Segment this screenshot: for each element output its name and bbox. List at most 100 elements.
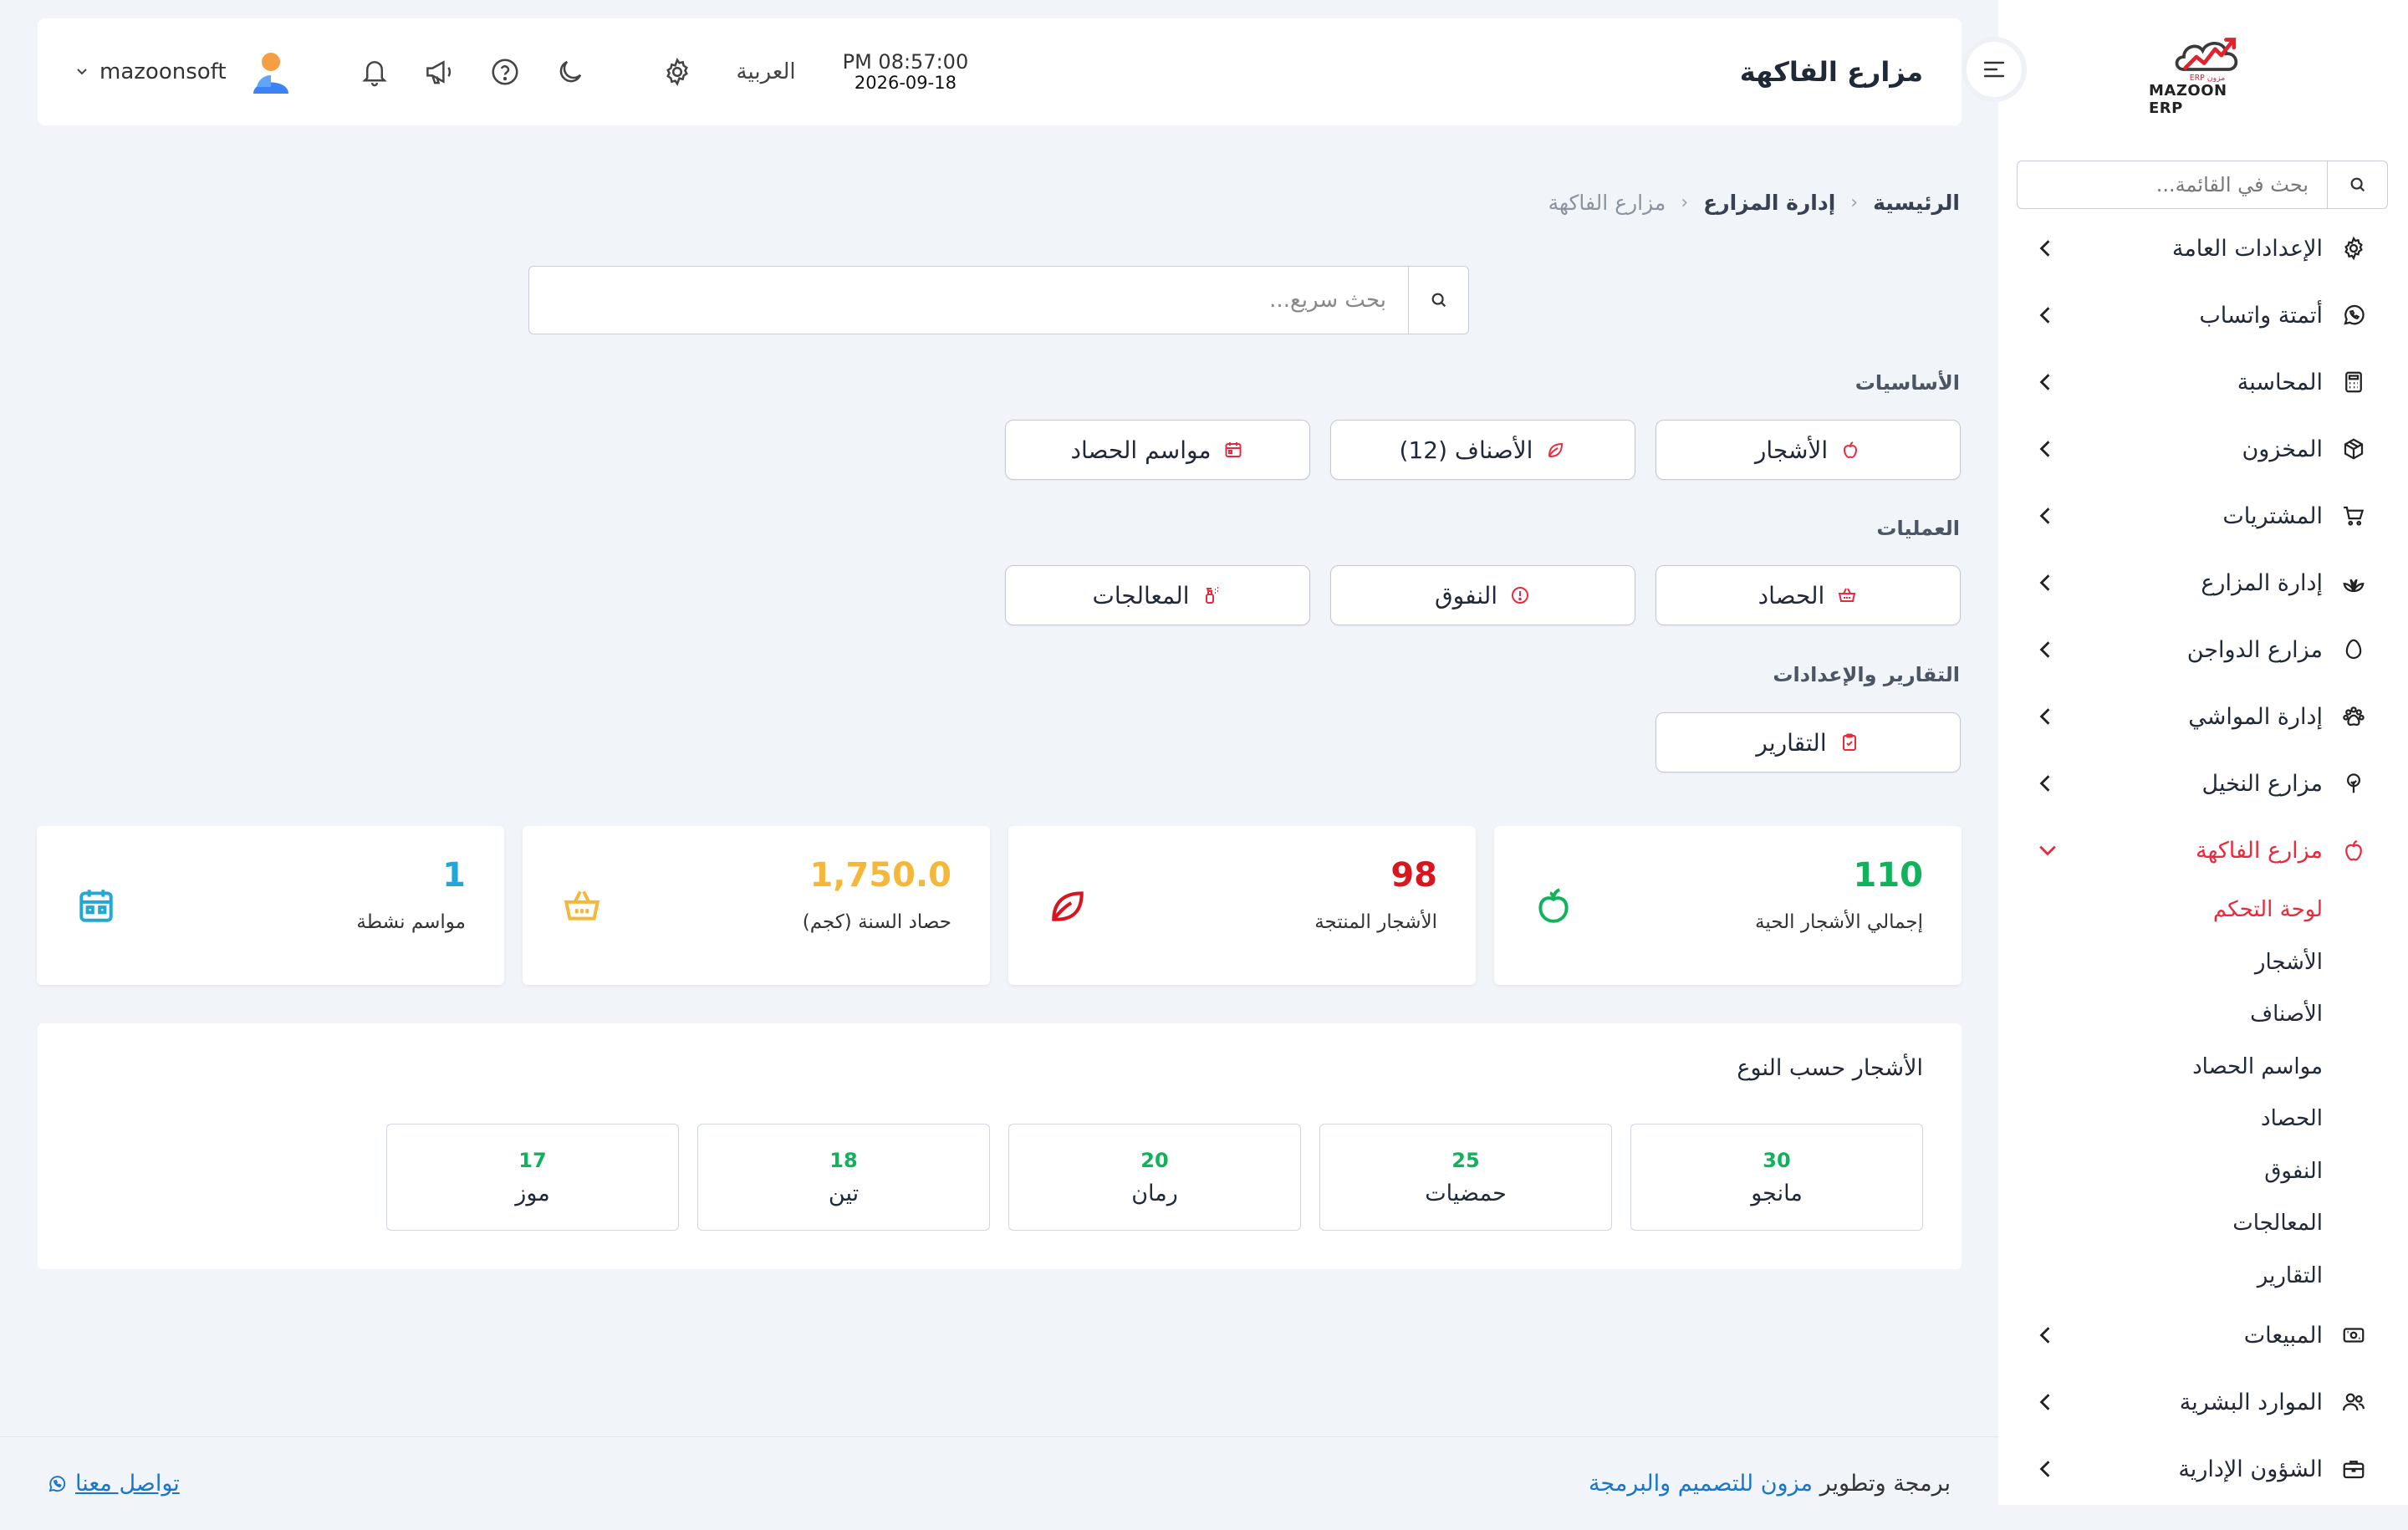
submenu-item-varieties[interactable]: الأصناف (1998, 988, 2408, 1041)
whatsapp-icon (2339, 301, 2368, 329)
submenu-item-harvest-seasons[interactable]: مواسم الحصاد (1998, 1041, 2408, 1094)
megaphone-icon[interactable] (422, 54, 457, 89)
moon-icon[interactable] (553, 54, 588, 89)
sidebar-item-farm-management[interactable]: إدارة المزارع (1998, 549, 2408, 616)
stat-card-active-seasons: 1 مواسم نشطة (37, 826, 504, 985)
basket-icon (1836, 584, 1858, 606)
sidebar-item-label: أتمتة واتساب (2199, 302, 2323, 329)
tree-type-count: 17 (518, 1148, 547, 1172)
reports-button[interactable]: التقارير (1656, 712, 1961, 773)
apple-icon (1533, 885, 1574, 926)
user-menu[interactable]: mazoonsoft (76, 50, 290, 94)
submenu-item-harvest[interactable]: الحصاد (1998, 1093, 2408, 1145)
sidebar-item-hr[interactable]: الموارد البشرية (1998, 1369, 2408, 1436)
card-title: الأشجار حسب النوع (1737, 1055, 1923, 1081)
stat-label: الأشجار المنتجة (1314, 911, 1437, 933)
sidebar-item-purchases[interactable]: المشتريات (1998, 482, 2408, 549)
sidebar-item-admin-affairs[interactable]: الشؤون الإدارية (1998, 1436, 2408, 1502)
stat-value: 1 (442, 856, 466, 895)
header-icons (357, 54, 695, 89)
svg-text:مزون ERP: مزون ERP (2190, 74, 2226, 82)
sidebar-item-label: مزارع الفاكهة (2196, 837, 2323, 864)
calendar-icon (75, 885, 117, 926)
trees-button[interactable]: الأشجار (1656, 420, 1961, 480)
submenu-item-reports[interactable]: التقارير (1998, 1250, 2408, 1303)
contact-us-link[interactable]: تواصل معنا (47, 1471, 180, 1497)
chevron-left-icon (2038, 306, 2052, 324)
sidebar-item-whatsapp[interactable]: أتمتة واتساب (1998, 282, 2408, 349)
button-label: الحصاد (1758, 581, 1825, 609)
section-title-reports: التقارير والإعدادات (1773, 663, 1960, 686)
harvest-seasons-button[interactable]: مواسم الحصاد (1005, 420, 1310, 480)
submenu-item-treatments[interactable]: المعالجات (1998, 1197, 2408, 1250)
clock: PM 08:57:00 2026-09-18 (843, 52, 969, 93)
sidebar-item-inventory[interactable]: المخزون (1998, 416, 2408, 482)
contact-label: تواصل معنا (75, 1471, 180, 1497)
page-title: مزارع الفاكهة (1739, 56, 1923, 88)
stat-card-live-trees: 110 إجمالي الأشجار الحية (1494, 826, 1962, 985)
footer-credit: برمجة وتطوير مزون للتصميم والبرمجة (1589, 1471, 1951, 1497)
submenu-item-trees[interactable]: الأشجار (1998, 936, 2408, 989)
submenu-item-dashboard[interactable]: لوحة التحكم (1998, 884, 2408, 936)
quick-search (528, 266, 1469, 334)
menu-toggle-icon (1983, 61, 2005, 78)
search-icon[interactable] (2327, 161, 2387, 208)
breadcrumb-parent[interactable]: إدارة المزارع (1703, 191, 1835, 215)
reports-buttons: التقارير (1656, 712, 1961, 773)
sidebar-search-input[interactable] (2018, 161, 2327, 208)
chevron-left-icon (2038, 774, 2052, 793)
sidebar-item-fruit-farms[interactable]: مزارع الفاكهة (1998, 817, 2408, 884)
gear-icon (2339, 234, 2368, 263)
spray-bottle-icon (1201, 584, 1223, 606)
breadcrumb-separator: ‹ (1681, 192, 1689, 213)
chevron-left-icon (2038, 574, 2052, 592)
help-icon[interactable] (487, 54, 523, 89)
treatments-button[interactable]: المعالجات (1005, 565, 1310, 625)
sidebar-item-poultry-farms[interactable]: مزارع الدواجن (1998, 616, 2408, 683)
stat-card-year-harvest: 1,750.0 حصاد السنة (كجم) (523, 826, 990, 985)
chevron-left-icon (2038, 373, 2052, 391)
sidebar-item-label: المخزون (2242, 436, 2323, 462)
submenu-item-mortality[interactable]: النفوق (1998, 1145, 2408, 1198)
tree-type-name: موز (515, 1180, 550, 1206)
apple-icon (2339, 836, 2368, 864)
chevron-left-icon (2038, 239, 2052, 258)
sidebar-item-general-settings[interactable]: الإعدادات العامة (1998, 215, 2408, 282)
sidebar-item-livestock[interactable]: إدارة المواشي (1998, 683, 2408, 750)
sidebar-item-accounting[interactable]: المحاسبة (1998, 349, 2408, 416)
section-title-basics: الأساسيات (1854, 371, 1960, 395)
mortality-button[interactable]: النفوق (1330, 565, 1635, 625)
logo-text: MAZOON ERP (2149, 82, 2227, 117)
button-label: مواسم الحصاد (1070, 436, 1212, 464)
tree-type-count: 20 (1140, 1148, 1169, 1172)
chevron-left-icon (2038, 1393, 2052, 1411)
sidebar-item-palm-farms[interactable]: مزارع النخيل (1998, 750, 2408, 817)
clock-date: 2026-09-18 (854, 72, 957, 93)
avatar (253, 53, 288, 94)
breadcrumb-home[interactable]: الرئيسية (1873, 191, 1960, 215)
operations-buttons: الحصاد النفوق المعالجات (1005, 565, 1961, 625)
search-icon[interactable] (1408, 267, 1468, 334)
sidebar-item-sales[interactable]: المبيعات (1998, 1302, 2408, 1369)
credit-link[interactable]: مزون للتصميم والبرمجة (1589, 1471, 1813, 1497)
language-switcher[interactable]: العربية (737, 59, 796, 84)
sidebar-item-label: مزارع الدواجن (2186, 636, 2323, 663)
apple-icon (1839, 439, 1861, 461)
harvest-button[interactable]: الحصاد (1656, 565, 1961, 625)
whatsapp-icon (47, 1474, 67, 1494)
sidebar-toggle-button[interactable] (1962, 37, 2027, 102)
breadcrumb: الرئيسية ‹ إدارة المزارع ‹ مزارع الفاكهة (1548, 191, 1960, 215)
app-logo[interactable]: مزون ERP MAZOON ERP (2149, 33, 2266, 117)
varieties-button[interactable]: الأصناف (12) (1330, 420, 1635, 480)
gear-icon[interactable] (660, 54, 695, 89)
plant-icon (2339, 569, 2368, 597)
quick-search-input[interactable] (529, 267, 1408, 334)
sidebar-item-label: المحاسبة (2237, 369, 2323, 395)
bell-icon[interactable] (357, 54, 392, 89)
tree-type-item: 25 حمضيات (1319, 1124, 1612, 1231)
stat-value: 1,750.0 (809, 856, 951, 895)
clipboard-icon (1839, 732, 1860, 753)
tree-type-count: 30 (1763, 1148, 1791, 1172)
trees-by-type-list: 30 مانجو 25 حمضيات 20 رمان 18 تين 17 موز (386, 1124, 1923, 1231)
stat-value: 98 (1390, 856, 1437, 895)
